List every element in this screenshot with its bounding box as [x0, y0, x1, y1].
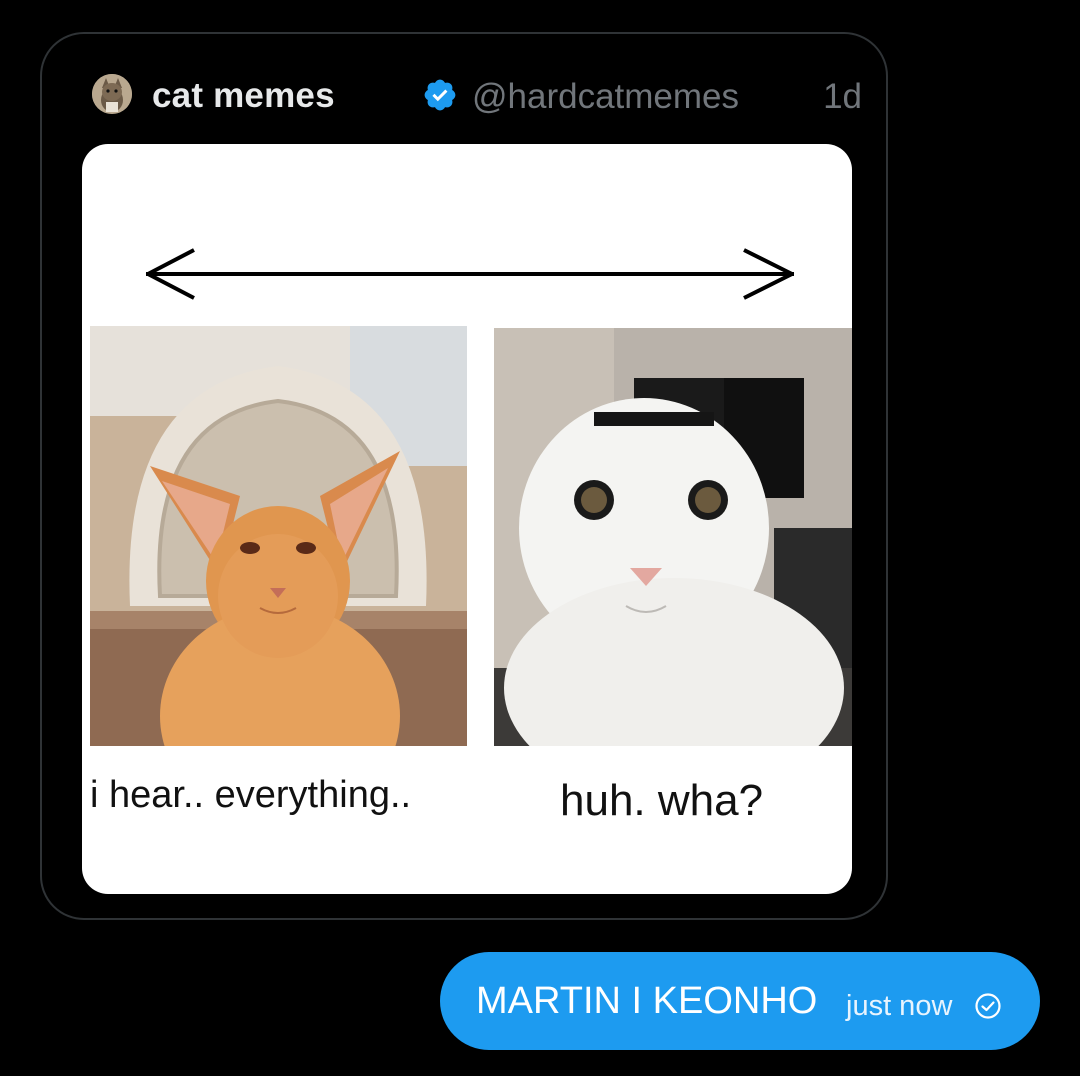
author-handle[interactable]: @hardcatmemes: [472, 77, 739, 117]
cat-avatar-icon: [92, 74, 132, 114]
check-circle-icon: [975, 993, 1001, 1019]
caption-right: huh. wha?: [560, 776, 764, 825]
white-cat-photo: [494, 328, 852, 746]
tweet-header: cat memes @hardcatmemes 1d: [92, 72, 862, 118]
message-time: just now: [846, 990, 953, 1022]
caption-left: i hear.. everything..: [90, 774, 412, 816]
verified-badge-icon: [424, 79, 456, 111]
tweet-media-image[interactable]: i hear.. everything.. huh. wha?: [82, 144, 852, 894]
author-avatar[interactable]: [92, 74, 132, 114]
orange-cat-photo: [90, 326, 467, 746]
message-text: MARTIN I KEONHO: [476, 980, 818, 1022]
quoted-tweet-card[interactable]: cat memes @hardcatmemes 1d i hear.. ever…: [40, 32, 888, 920]
double-arrow-icon: [146, 248, 794, 300]
sent-message-bubble[interactable]: MARTIN I KEONHO just now: [440, 952, 1040, 1050]
author-name[interactable]: cat memes: [152, 76, 335, 116]
tweet-timestamp[interactable]: 1d: [823, 77, 862, 117]
